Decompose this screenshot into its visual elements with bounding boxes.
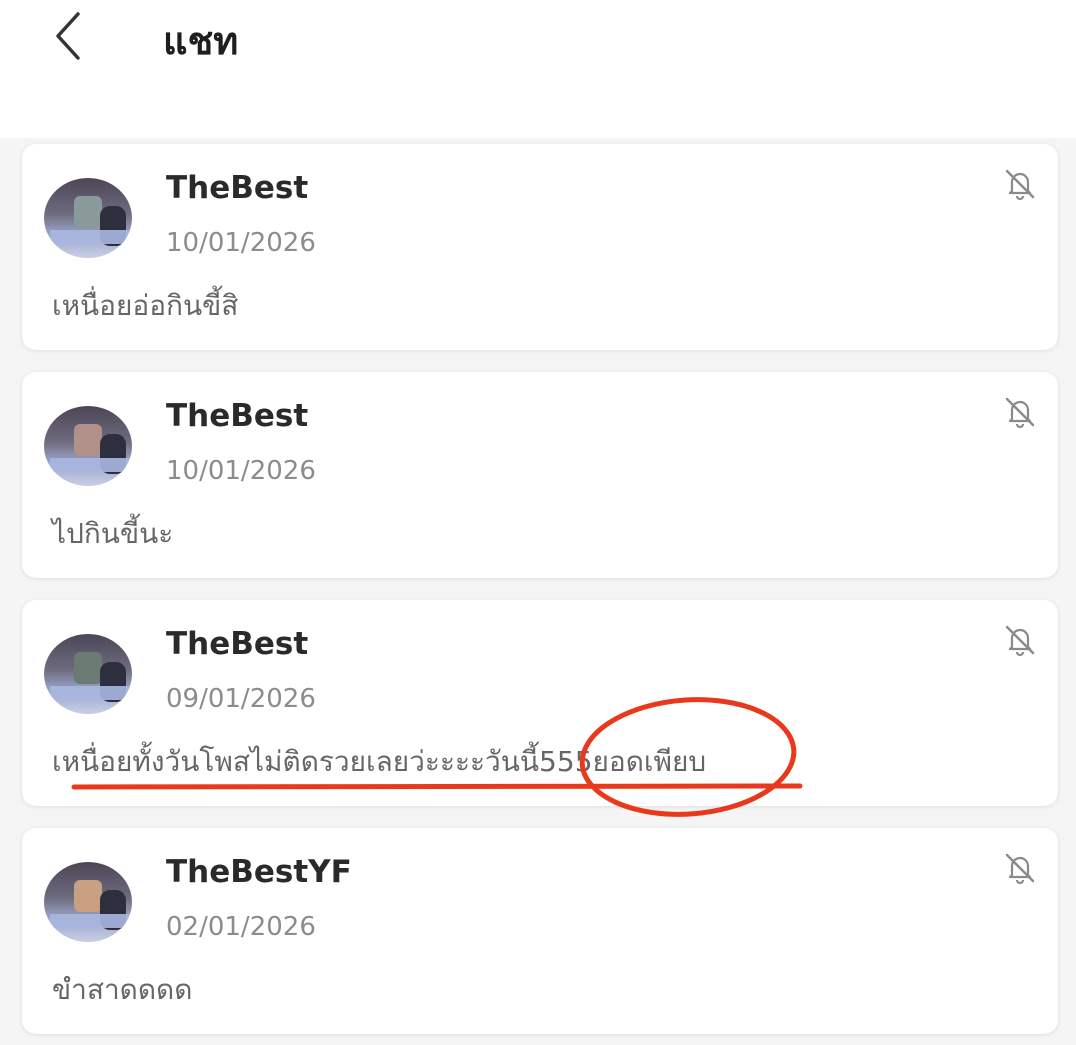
chat-card[interactable]: TheBest 09/01/2026 เหนื่อยทั้งวันโพสไม่ต… <box>22 600 1058 806</box>
chat-date: 09/01/2026 <box>166 684 316 714</box>
chat-card[interactable]: TheBest 10/01/2026 เหนื่อยอ่อกินขี้สิ <box>22 144 1058 350</box>
bell-off-icon[interactable] <box>1002 622 1038 658</box>
chat-message: เหนื่อยทั้งวันโพสไม่ติดรวยเลยว่ะะะะวันนี… <box>52 745 707 778</box>
chat-name: TheBest <box>166 398 309 434</box>
chat-message: ไปกินขี้นะ <box>52 517 174 550</box>
avatar <box>44 862 132 942</box>
chat-name: TheBest <box>166 170 309 206</box>
chat-card[interactable]: TheBestYF 02/01/2026 ขำสาดดดด <box>22 828 1058 1034</box>
avatar <box>44 406 132 486</box>
chat-name: TheBest <box>166 626 309 662</box>
bell-off-icon[interactable] <box>1002 166 1038 202</box>
chat-date: 10/01/2026 <box>166 228 316 258</box>
chat-date: 02/01/2026 <box>166 912 316 942</box>
top-bar: แชท <box>0 0 1076 138</box>
chevron-left-icon <box>56 12 80 60</box>
chat-name: TheBestYF <box>166 854 352 890</box>
page-title: แชท <box>163 19 239 63</box>
chat-date: 10/01/2026 <box>166 456 316 486</box>
avatar <box>44 634 132 714</box>
back-button[interactable] <box>44 8 100 64</box>
chat-message: ขำสาดดดด <box>52 973 193 1006</box>
bell-off-icon[interactable] <box>1002 850 1038 886</box>
chat-message: เหนื่อยอ่อกินขี้สิ <box>52 289 239 322</box>
bell-off-icon[interactable] <box>1002 394 1038 430</box>
avatar <box>44 178 132 258</box>
chat-card[interactable]: TheBest 10/01/2026 ไปกินขี้นะ <box>22 372 1058 578</box>
